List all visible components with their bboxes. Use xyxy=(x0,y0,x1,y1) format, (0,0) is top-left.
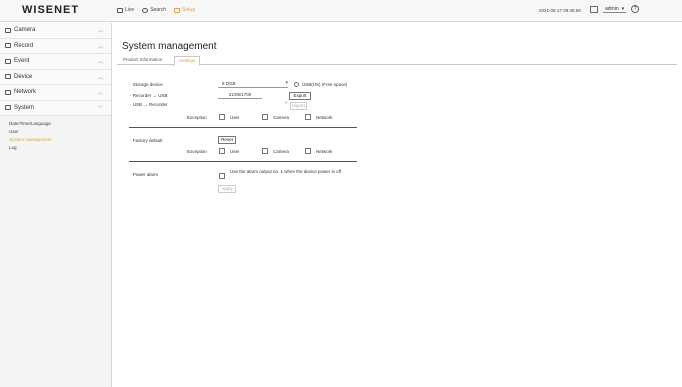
nav-search[interactable]: Search xyxy=(142,7,166,13)
exception-network-label: Network xyxy=(316,115,333,120)
factory-default-label: Factory default xyxy=(130,138,163,143)
setup-icon xyxy=(174,7,181,13)
search-icon xyxy=(142,7,149,13)
page-title: System management xyxy=(122,41,217,52)
submenu-system-management[interactable]: System management xyxy=(9,136,111,144)
exception-user-checkbox[interactable] xyxy=(219,114,225,120)
monitor-icon xyxy=(117,7,123,13)
chevron-up-icon: ︿ xyxy=(97,43,103,50)
top-bar: WISENET Live Search Setup 2021-05-17 09:… xyxy=(0,0,682,22)
camera-icon xyxy=(5,27,11,33)
app-logo: WISENET xyxy=(22,4,80,16)
storage-speed-label: USB(HS) (Free space) xyxy=(302,82,348,87)
logout-icon[interactable] xyxy=(590,5,598,13)
user-name: admin xyxy=(605,5,619,12)
sidebar-item-label: Event xyxy=(14,58,30,65)
submenu-date-time[interactable]: Date/Time/Language xyxy=(9,120,111,128)
submenu-user[interactable]: User xyxy=(9,128,111,136)
sidebar-item-system[interactable]: System ﹀ xyxy=(0,100,111,116)
chevron-up-icon: ︿ xyxy=(97,74,103,81)
storage-device-label: Storage device xyxy=(130,82,163,87)
factory-network-label: Network xyxy=(316,149,333,154)
device-icon xyxy=(5,74,11,80)
chevron-up-icon: ︿ xyxy=(97,59,103,65)
factory-camera-label: Camera xyxy=(273,149,290,154)
record-icon xyxy=(5,43,11,49)
sidebar-item-label: System xyxy=(14,104,35,111)
usb-to-recorder-label: USB → Recorder xyxy=(130,102,168,107)
storage-device-value: 8 DGB xyxy=(222,81,236,86)
export-button[interactable]: Export xyxy=(289,92,311,100)
top-nav: Live Search Setup xyxy=(117,7,195,13)
sidebar-item-camera[interactable]: Camera ︿ xyxy=(0,23,111,39)
reset-button[interactable]: Reset xyxy=(218,136,236,144)
divider-2 xyxy=(129,161,357,162)
chevron-up-icon: ︿ xyxy=(97,90,103,96)
gear-icon xyxy=(5,105,11,111)
power-alarm-label: Power alarm xyxy=(130,172,158,177)
exception-camera-checkbox[interactable] xyxy=(262,114,268,120)
chevron-down-icon: ﹀ xyxy=(97,105,103,112)
tab-bar: Product Information Settings xyxy=(117,56,677,66)
sidebar-item-event[interactable]: Event ︿ xyxy=(0,54,111,70)
recorder-to-usb-label: Recorder → USB xyxy=(130,93,168,98)
import-button[interactable]: Import xyxy=(290,102,307,110)
apply-button[interactable]: Apply xyxy=(218,185,236,193)
sidebar-item-label: Device xyxy=(14,73,33,80)
storage-radio[interactable] xyxy=(294,82,299,87)
nav-live[interactable]: Live xyxy=(117,7,134,13)
sidebar-item-label: Camera xyxy=(14,27,36,34)
sidebar: Camera ︿ Record ︿ Event ︿ Device ︿ Netwo… xyxy=(0,23,112,387)
nav-setup[interactable]: Setup xyxy=(174,7,195,13)
exception-user-label: User xyxy=(230,115,240,120)
chevron-down-icon: ▾ xyxy=(285,80,288,86)
system-submenu: Date/Time/Language User System managemen… xyxy=(0,116,111,152)
storage-device-select[interactable]: 8 DGB ▾ xyxy=(218,80,288,88)
power-alarm-text: Use the alarm output no. 1 when the devi… xyxy=(230,169,341,174)
sidebar-item-label: Record xyxy=(14,42,34,49)
chevron-up-icon: ︿ xyxy=(97,28,103,34)
sidebar-item-device[interactable]: Device ︿ xyxy=(0,69,111,85)
tab-product-information[interactable]: Product Information xyxy=(119,56,166,65)
exception-label: Exception xyxy=(187,115,207,120)
sidebar-item-label: Network xyxy=(14,89,37,96)
factory-network-checkbox[interactable] xyxy=(305,148,311,154)
power-alarm-checkbox[interactable] xyxy=(219,173,225,179)
user-menu[interactable]: admin ▾ xyxy=(603,5,627,13)
nav-setup-label: Setup xyxy=(182,7,196,13)
exception-label-2: Exception xyxy=(187,149,207,154)
event-icon xyxy=(5,58,11,64)
header-tools: admin ▾ ? xyxy=(590,5,640,13)
factory-user-checkbox[interactable] xyxy=(219,148,225,154)
submenu-log[interactable]: Log xyxy=(9,144,111,152)
sidebar-item-network[interactable]: Network ︿ xyxy=(0,85,111,101)
usb-select-caret[interactable]: ▾ xyxy=(285,100,287,106)
nav-search-label: Search xyxy=(150,7,167,13)
datetime-display: 2021-05-17 09:45:59 xyxy=(539,8,581,13)
network-icon xyxy=(5,89,11,95)
tab-settings[interactable]: Settings xyxy=(174,56,201,66)
recorder-to-usb-value: 21/05/1700 xyxy=(218,92,262,99)
sidebar-item-record[interactable]: Record ︿ xyxy=(0,38,111,54)
exception-network-checkbox[interactable] xyxy=(305,114,311,120)
factory-user-label: User xyxy=(230,149,240,154)
main-content: System management Product Information Se… xyxy=(113,23,682,387)
factory-camera-checkbox[interactable] xyxy=(262,148,268,154)
exception-camera-label: Camera xyxy=(273,115,290,120)
divider xyxy=(129,127,357,128)
nav-live-label: Live xyxy=(125,7,135,13)
help-icon[interactable]: ? xyxy=(631,5,640,13)
chevron-down-icon: ▾ xyxy=(621,5,625,12)
